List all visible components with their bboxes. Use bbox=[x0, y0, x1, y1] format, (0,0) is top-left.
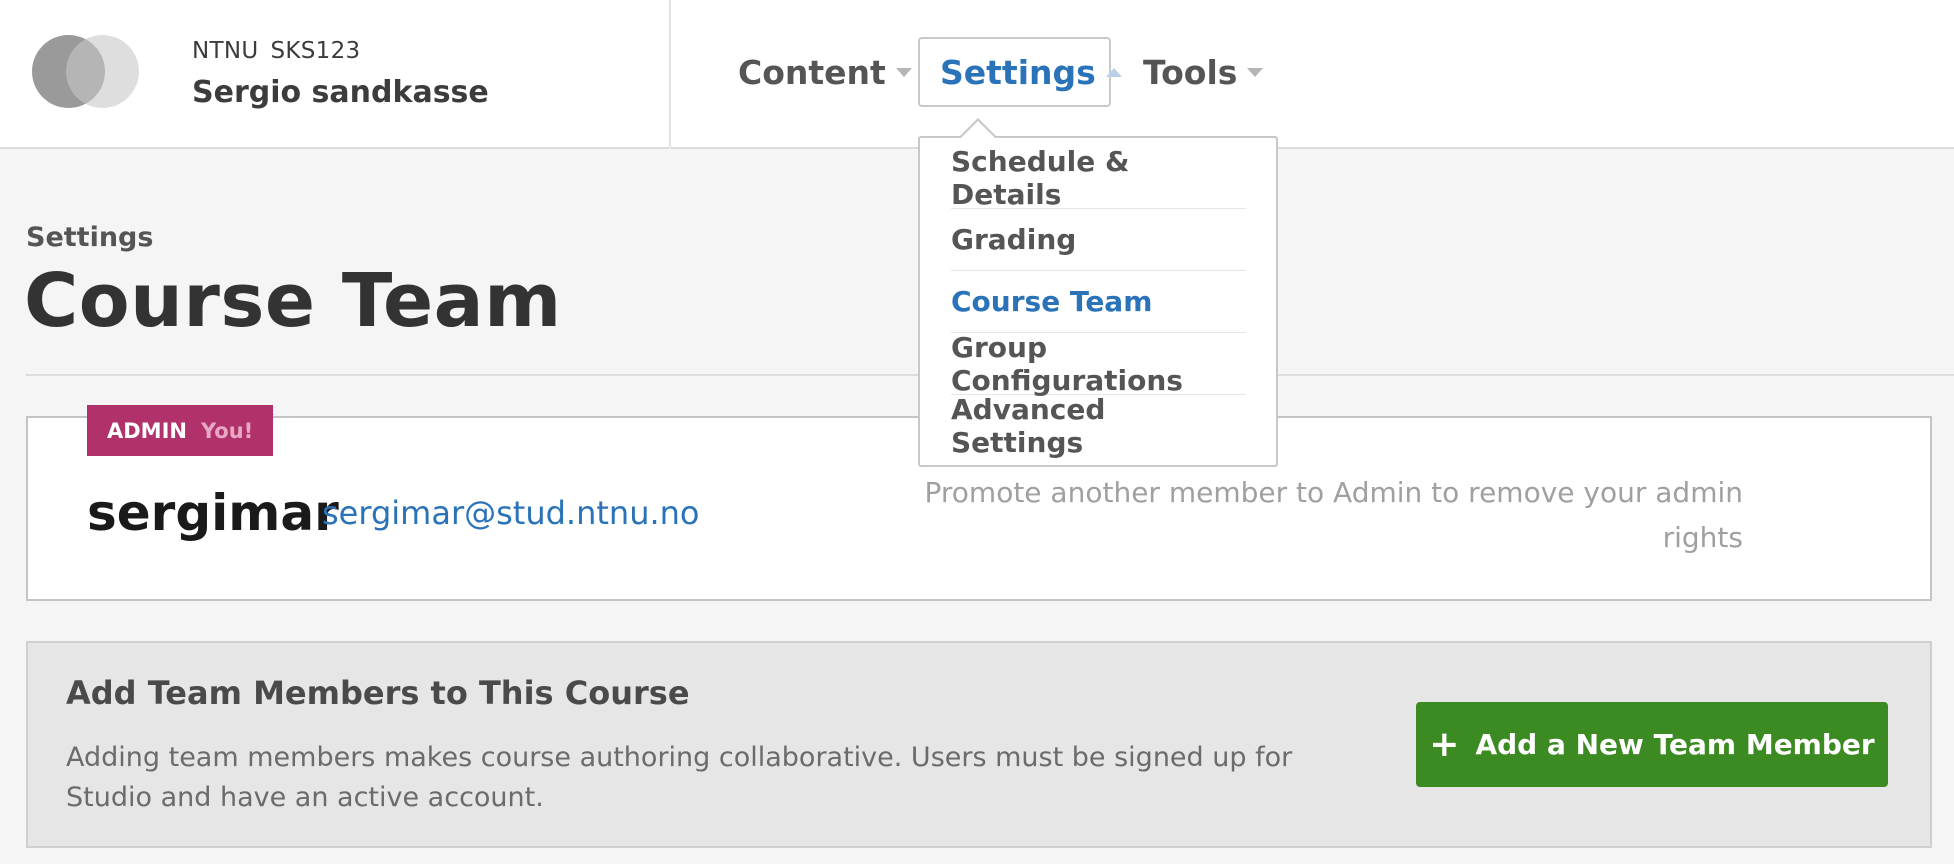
course-identifier: NTNU SKS123 bbox=[192, 38, 360, 64]
course-org: NTNU bbox=[192, 38, 259, 64]
course-name[interactable]: Sergio sandkasse bbox=[192, 75, 489, 110]
nav-tools-label: Tools bbox=[1143, 52, 1238, 92]
menu-item-advanced-settings[interactable]: Advanced Settings bbox=[951, 393, 1246, 459]
chevron-down-icon bbox=[1247, 67, 1264, 77]
menu-item-schedule-details[interactable]: Schedule & Details bbox=[951, 145, 1246, 211]
page-subtitle: Settings bbox=[26, 222, 154, 253]
nav-tools-menu[interactable]: Tools bbox=[1123, 37, 1283, 107]
plus-icon: + bbox=[1429, 723, 1460, 765]
admin-badge: ADMIN You! bbox=[87, 405, 274, 456]
add-team-member-button[interactable]: + Add a New Team Member bbox=[1416, 702, 1888, 787]
add-team-title: Add Team Members to This Course bbox=[66, 674, 690, 712]
nav-settings-label: Settings bbox=[940, 52, 1096, 92]
add-team-description: Adding team members makes course authori… bbox=[66, 742, 1293, 813]
menu-item-group-configurations[interactable]: Group Configurations bbox=[951, 331, 1246, 397]
course-number: SKS123 bbox=[270, 38, 361, 64]
chevron-down-icon bbox=[895, 67, 912, 77]
nav-content-label: Content bbox=[738, 52, 886, 92]
menu-item-course-team[interactable]: Course Team bbox=[951, 271, 1246, 333]
member-email-link[interactable]: sergimar@stud.ntnu.no bbox=[322, 494, 700, 532]
add-team-member-label: Add a New Team Member bbox=[1475, 728, 1875, 761]
admin-note: Promote another member to Admin to remov… bbox=[924, 476, 1744, 554]
nav-content-menu[interactable]: Content bbox=[718, 37, 932, 107]
course-logo-icon[interactable] bbox=[32, 35, 140, 108]
role-label: ADMIN bbox=[107, 418, 187, 443]
page-title: Course Team bbox=[24, 258, 562, 344]
member-username: sergimar bbox=[87, 484, 339, 542]
you-label: You! bbox=[200, 418, 254, 443]
settings-dropdown: Schedule & Details Grading Course Team G… bbox=[918, 136, 1278, 467]
nav-settings-menu[interactable]: Settings bbox=[918, 37, 1122, 107]
header-divider bbox=[669, 0, 671, 149]
chevron-up-icon bbox=[1105, 67, 1122, 77]
menu-item-grading[interactable]: Grading bbox=[951, 209, 1246, 271]
